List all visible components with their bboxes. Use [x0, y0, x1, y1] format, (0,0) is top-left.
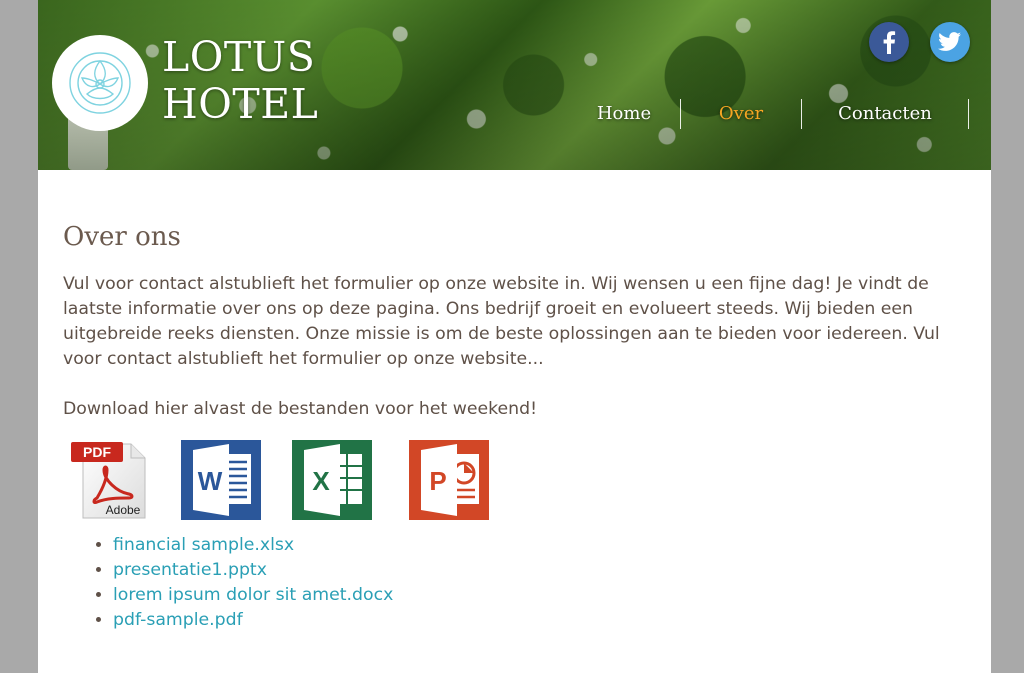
powerpoint-letter: P [429, 466, 446, 496]
list-item: financial sample.xlsx [113, 533, 966, 558]
nav-separator [680, 99, 681, 129]
facebook-icon [883, 31, 896, 54]
header-banner: LOTUS HOTEL Home Over Contacten [38, 0, 991, 170]
nav-separator [801, 99, 802, 129]
brand-name[interactable]: LOTUS HOTEL [162, 34, 318, 128]
file-link-pptx[interactable]: presentatie1.pptx [113, 560, 267, 580]
brand-line2: HOTEL [162, 80, 319, 128]
powerpoint-icon[interactable]: P [409, 440, 489, 520]
file-link-xlsx[interactable]: financial sample.xlsx [113, 535, 294, 555]
list-item: lorem ipsum dolor sit amet.docx [113, 583, 966, 608]
lotus-logo-icon [69, 52, 131, 114]
file-list: financial sample.xlsx presentatie1.pptx … [63, 533, 966, 633]
pdf-caption-text: Adobe [106, 503, 141, 517]
brand-line1: LOTUS [162, 33, 316, 81]
main-content: Over ons Vul voor contact alstublieft he… [38, 170, 991, 633]
page-title: Over ons [63, 222, 181, 252]
excel-icon[interactable]: X [292, 440, 372, 520]
twitter-button[interactable] [930, 22, 970, 62]
word-icon[interactable]: W [181, 440, 261, 520]
file-link-docx[interactable]: lorem ipsum dolor sit amet.docx [113, 585, 393, 605]
nav-item-over[interactable]: Over [681, 98, 801, 130]
pdf-badge-text: PDF [83, 444, 111, 460]
download-text: Download hier alvast de bestanden voor h… [63, 399, 538, 419]
page: LOTUS HOTEL Home Over Contacten Over ons… [38, 0, 991, 673]
excel-letter: X [312, 466, 330, 496]
list-item: presentatie1.pptx [113, 558, 966, 583]
intro-text: Vul voor contact alstublieft het formuli… [63, 274, 940, 369]
file-icons: PDF Adobe W X P [63, 434, 966, 529]
list-item: pdf-sample.pdf [113, 608, 966, 633]
nav-item-contacten[interactable]: Contacten [802, 98, 968, 130]
file-link-pdf[interactable]: pdf-sample.pdf [113, 610, 243, 630]
lotus-logo[interactable] [52, 35, 148, 131]
main-nav: Home Over Contacten [568, 98, 969, 130]
word-letter: W [198, 466, 223, 496]
nav-item-home[interactable]: Home [568, 98, 680, 130]
nav-separator [968, 99, 969, 129]
facebook-button[interactable] [869, 22, 909, 62]
pdf-icon[interactable]: PDF Adobe [69, 440, 149, 520]
twitter-icon [938, 32, 961, 51]
